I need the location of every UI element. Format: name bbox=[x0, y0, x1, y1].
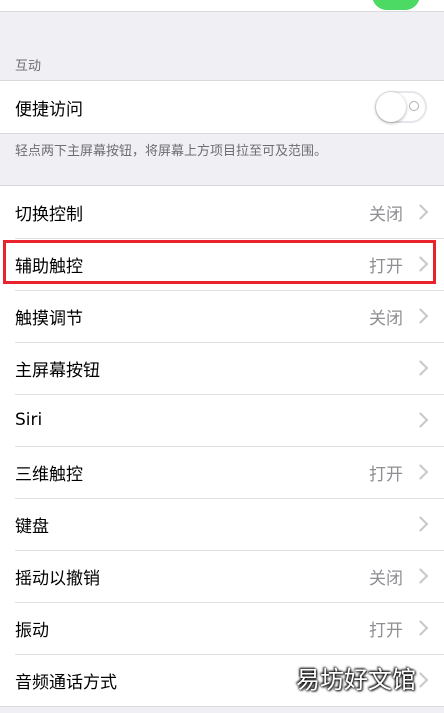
chevron-right-icon bbox=[412, 620, 429, 636]
row-label: Siri bbox=[15, 410, 43, 430]
reachability-toggle[interactable] bbox=[375, 91, 427, 123]
reachability-footer: 轻点两下主屏幕按钮，将屏幕上方项目拉至可及范围。 bbox=[15, 144, 328, 159]
reachability-label: 便捷访问 bbox=[15, 99, 83, 120]
row-label: 音频通话方式 bbox=[15, 672, 117, 693]
previous-group-strip bbox=[0, 0, 444, 12]
row-label: 触摸调节 bbox=[15, 308, 83, 329]
row-label: 切换控制 bbox=[15, 204, 83, 225]
row-label: 主屏幕按钮 bbox=[15, 360, 100, 381]
row-value: 打开 bbox=[369, 256, 403, 277]
row-3d-touch[interactable]: 三维触控 打开 bbox=[0, 446, 444, 498]
chevron-right-icon bbox=[412, 464, 429, 480]
row-label: 三维触控 bbox=[15, 464, 83, 485]
row-touch-accommodations[interactable]: 触摸调节 关闭 bbox=[0, 290, 444, 342]
chevron-right-icon bbox=[412, 308, 429, 324]
row-assistive-touch[interactable]: 辅助触控 打开 bbox=[0, 238, 444, 290]
section-header: 互动 bbox=[15, 59, 42, 74]
chevron-right-icon bbox=[412, 256, 429, 272]
row-label: 振动 bbox=[15, 620, 49, 641]
settings-group: 切换控制 关闭 辅助触控 打开 触摸调节 关闭 主屏幕按钮 Siri 三维触控 … bbox=[0, 185, 444, 707]
previous-toggle-switch[interactable] bbox=[372, 0, 420, 10]
row-label: 辅助触控 bbox=[15, 256, 83, 277]
toggle-knob bbox=[376, 92, 406, 122]
chevron-right-icon bbox=[412, 204, 429, 220]
reachability-row[interactable]: 便捷访问 bbox=[0, 81, 444, 133]
chevron-right-icon bbox=[412, 568, 429, 584]
chevron-right-icon bbox=[412, 360, 429, 376]
chevron-right-icon bbox=[412, 516, 429, 532]
reachability-group: 便捷访问 bbox=[0, 80, 444, 134]
row-siri[interactable]: Siri bbox=[0, 394, 444, 446]
row-keyboard[interactable]: 键盘 bbox=[0, 498, 444, 550]
row-value: 打开 bbox=[369, 464, 403, 485]
row-switch-control[interactable]: 切换控制 关闭 bbox=[0, 186, 444, 238]
row-value: 关闭 bbox=[369, 568, 403, 589]
toggle-off-indicator-icon bbox=[409, 101, 419, 111]
chevron-right-icon bbox=[412, 412, 429, 428]
watermark: 易坊好文馆 bbox=[296, 666, 416, 694]
row-vibration[interactable]: 振动 打开 bbox=[0, 602, 444, 654]
row-home-button[interactable]: 主屏幕按钮 bbox=[0, 342, 444, 394]
row-label: 摇动以撤销 bbox=[15, 568, 100, 589]
row-value: 关闭 bbox=[369, 204, 403, 225]
row-value: 关闭 bbox=[369, 308, 403, 329]
row-shake-to-undo[interactable]: 摇动以撤销 关闭 bbox=[0, 550, 444, 602]
row-label: 键盘 bbox=[15, 516, 49, 537]
row-value: 打开 bbox=[369, 620, 403, 641]
